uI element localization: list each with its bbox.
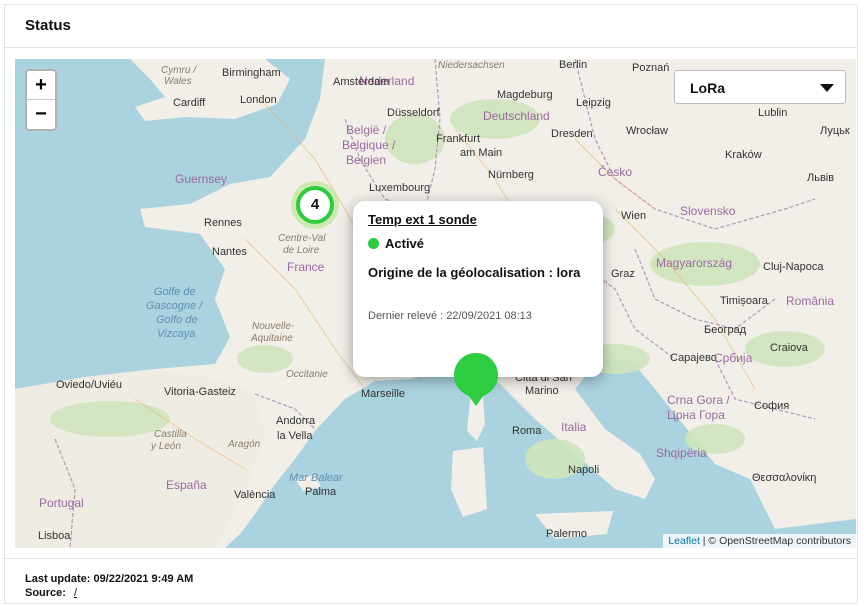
map-label: Magdeburg [497,89,553,101]
map-label: Leipzig [576,97,611,109]
osm-attribution-text: | © OpenStreetMap contributors [699,535,851,547]
leaflet-link[interactable]: Leaflet [668,535,700,547]
map-label: Frankfurt [436,133,481,145]
map-label: Timișoara [720,295,768,307]
source-row: Source: / [25,587,77,599]
map-label: Italia [561,420,587,434]
map-pin-icon[interactable] [452,351,500,407]
zoom-control: + − [25,69,57,131]
map-label: Aquitaine [251,333,293,344]
map-label: Mar Balear [289,472,343,484]
map-label: Wales [164,76,192,87]
map-label: Nantes [212,246,247,258]
map-label: Србија [714,351,753,365]
map-label: Luxembourg [369,182,431,194]
map-label: Marino [525,385,559,397]
map-label: Wien [621,210,647,222]
map-label: Dresden [551,128,593,140]
map-label: de Loire [283,245,320,256]
map-label: Birmingham [222,67,281,79]
map-label: Луцьк [820,125,850,137]
popup-device-link[interactable]: Temp ext 1 sonde [368,212,477,227]
map-label: Belgien [346,153,387,167]
map-label: Shqipëria [656,446,707,460]
panel-header: Status [5,5,857,48]
map-label: Graz [611,268,635,280]
map-label: Nürnberg [488,169,534,181]
map-label: Napoli [568,464,600,476]
map-label: Niedersachsen [438,60,505,71]
map-label: România [786,294,835,308]
map-label: Rennes [204,217,242,229]
network-select[interactable]: LoRa [674,70,846,104]
zoom-out-button[interactable]: − [27,100,55,128]
map-label: Occitanie [286,369,328,380]
map-label: València [234,489,276,501]
map-label: y León [151,441,182,452]
map-label: Golfe de [154,286,196,298]
map-label: Θεσσαλονίκη [752,472,817,484]
map-label: Lublin [758,107,788,119]
map-label: Roma [512,425,542,437]
map-label: Црна Гора [667,408,725,422]
map-label: София [754,400,790,412]
map-label: Львів [807,172,835,184]
panel-title: Status [25,17,71,34]
map-label: Düsseldorf [387,107,440,119]
map-label: Andorra [276,415,316,427]
cluster-count: 4 [296,186,334,224]
map-label: la Vella [277,430,313,442]
source-link[interactable]: / [74,587,77,599]
map-label: Београд [704,324,747,336]
network-select-value: LoRa [690,80,725,96]
map-label: Amsterdam [333,76,390,88]
map-label: Castilla [154,429,187,440]
map-label: Magyarország [656,256,733,270]
map-label: Kraków [725,149,762,161]
source-label: Source: [25,587,66,599]
map-label: België / [346,123,387,137]
map-label: Slovensko [680,204,736,218]
marker-cluster[interactable]: 4 [291,181,339,229]
map-label: Vizcaya [157,328,196,340]
map-label: Craiova [770,342,808,354]
popup-geolocation-origin: Origine de la géolocalisation : lora [368,265,581,280]
popup-last-reading: Dernier relevé : 22/09/2021 08:13 [368,310,532,322]
map-label: Belgique / [342,138,396,152]
map-label: Berlin [559,59,588,71]
map-label: Gascogne / [146,300,203,312]
map-label: Palermo [546,528,587,540]
map-view[interactable]: Nederland Niedersachsen Berlin Poznań Cymru … [15,59,856,548]
map-label: España [166,478,207,492]
map-attribution: Leaflet | © OpenStreetMap contributors [663,534,856,548]
map-label: Vitoria-Gasteiz [164,386,236,398]
map-label: Сарајево [670,352,717,364]
map-label: Centre-Val [278,233,326,244]
map-label: Lisboa [38,530,71,542]
map-label: France [287,260,325,274]
map-label: London [240,94,277,106]
zoom-in-button[interactable]: + [27,71,55,100]
map-label: Aragón [228,439,261,450]
map-label: Golfo de [156,314,198,326]
map-label: Cluj-Napoca [763,261,824,273]
map-label: Česko [598,165,633,179]
status-dot-icon [368,238,379,249]
map-label: Deutschland [483,109,550,123]
chevron-down-icon [820,84,834,92]
popup-status: Activé [385,236,425,251]
map-label: Marseille [361,388,406,400]
map-label: Crna Gora / [667,393,730,407]
last-update: Last update: 09/22/2021 9:49 AM [25,573,194,585]
map-label: Oviedo/Uviéu [56,379,123,391]
panel-footer: Last update: 09/22/2021 9:49 AM Source: / [5,558,857,605]
map-label: Palma [305,486,337,498]
map-label: Wrocław [626,125,668,137]
map-label: Guernsey [175,172,228,186]
map-label: am Main [460,147,503,159]
map-label: Nouvelle- [252,321,295,332]
map-label: Portugal [39,496,84,510]
map-label: Cardiff [173,97,206,109]
map-label: Poznań [632,62,670,74]
